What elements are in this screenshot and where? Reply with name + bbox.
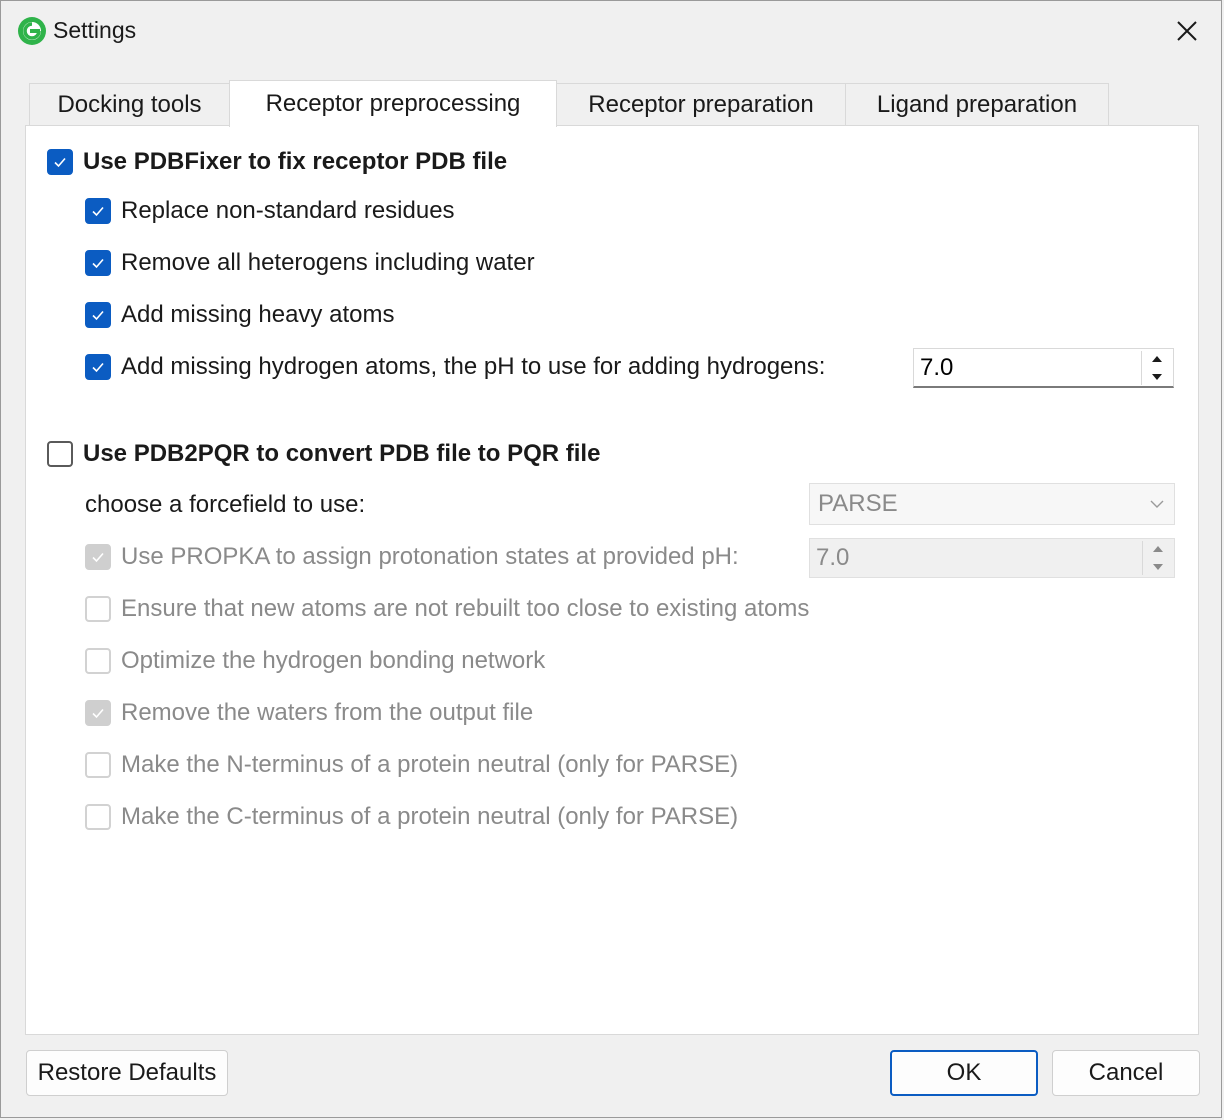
checkmark-icon bbox=[92, 708, 104, 719]
propka-row: Use PROPKA to assign protonation states … bbox=[85, 539, 739, 575]
c-terminus-checkbox bbox=[85, 804, 111, 830]
checkmark-icon bbox=[54, 157, 66, 168]
add-heavy-atoms-checkbox[interactable] bbox=[85, 302, 111, 328]
spin-down-icon bbox=[1152, 564, 1163, 570]
close-button[interactable] bbox=[1167, 13, 1207, 49]
pdbfixer-label: Use PDBFixer to fix receptor PDB file bbox=[83, 148, 508, 175]
title-bar: Settings bbox=[1, 1, 1221, 63]
option-label: Ensure that new atoms are not rebuilt to… bbox=[121, 595, 810, 622]
option-label: Add missing hydrogen atoms, the pH to us… bbox=[121, 353, 826, 380]
spin-up-icon bbox=[1151, 355, 1162, 362]
spin-down-button[interactable] bbox=[1142, 369, 1171, 385]
spin-arrows bbox=[1141, 350, 1171, 385]
rebuild-atoms-checkbox bbox=[85, 596, 111, 622]
close-icon bbox=[1177, 21, 1197, 41]
option-remove-heterogens-row[interactable]: Remove all heterogens including water bbox=[85, 245, 535, 281]
option-add-hydrogens-row[interactable]: Add missing hydrogen atoms, the pH to us… bbox=[85, 349, 825, 385]
tab-receptor-preparation[interactable]: Receptor preparation bbox=[556, 83, 846, 125]
app-logo-icon bbox=[18, 17, 46, 45]
option-label: Remove all heterogens including water bbox=[121, 249, 535, 276]
pdbfixer-checkbox-row[interactable]: Use PDBFixer to fix receptor PDB file bbox=[47, 144, 507, 180]
option-replace-nonstandard-row[interactable]: Replace non-standard residues bbox=[85, 193, 455, 229]
option-label: Make the C-terminus of a protein neutral… bbox=[121, 803, 739, 830]
option-remove-waters-row: Remove the waters from the output file bbox=[85, 695, 533, 731]
spin-arrows bbox=[1142, 541, 1172, 575]
tab-label: Ligand preparation bbox=[876, 90, 1078, 118]
add-hydrogens-checkbox[interactable] bbox=[85, 354, 111, 380]
propka-ph-spinbox: 7.0 bbox=[809, 538, 1175, 578]
ph-spinbox[interactable]: 7.0 bbox=[913, 348, 1174, 388]
tab-ligand-preparation[interactable]: Ligand preparation bbox=[845, 83, 1109, 125]
option-label: Remove the waters from the output file bbox=[121, 699, 534, 726]
settings-dialog: Settings Docking tools Receptor preproce… bbox=[0, 0, 1222, 1118]
option-label: Use PROPKA to assign protonation states … bbox=[121, 543, 739, 570]
remove-waters-checkbox bbox=[85, 700, 111, 726]
tab-label: Receptor preprocessing bbox=[265, 90, 521, 117]
checkmark-icon bbox=[92, 552, 104, 563]
forcefield-label: choose a forcefield to use: bbox=[85, 491, 366, 518]
option-rebuild-atoms-row: Ensure that new atoms are not rebuilt to… bbox=[85, 591, 809, 627]
checkmark-icon bbox=[92, 258, 104, 269]
forcefield-select[interactable]: PARSE bbox=[809, 483, 1175, 525]
checkmark-icon bbox=[92, 362, 104, 373]
option-label: Add missing heavy atoms bbox=[121, 301, 395, 328]
spin-down-button bbox=[1143, 559, 1172, 575]
checkmark-icon bbox=[92, 206, 104, 217]
cancel-button[interactable]: Cancel bbox=[1052, 1050, 1200, 1096]
ok-button[interactable]: OK bbox=[890, 1050, 1038, 1096]
chevron-down-icon bbox=[1150, 500, 1164, 508]
option-label: Replace non-standard residues bbox=[121, 197, 455, 224]
tab-label: Docking tools bbox=[57, 90, 202, 118]
checkmark-icon bbox=[92, 310, 104, 321]
tab-docking-tools[interactable]: Docking tools bbox=[29, 83, 230, 125]
spin-down-icon bbox=[1151, 373, 1162, 380]
tab-receptor-preprocessing[interactable]: Receptor preprocessing bbox=[229, 80, 557, 127]
tab-label: Receptor preparation bbox=[588, 90, 814, 118]
restore-defaults-button[interactable]: Restore Defaults bbox=[26, 1050, 228, 1096]
spin-up-button bbox=[1143, 541, 1172, 557]
forcefield-dropdown-arrow bbox=[1140, 500, 1174, 508]
option-c-terminus-row: Make the C-terminus of a protein neutral… bbox=[85, 799, 738, 835]
pdb2pqr-label: Use PDB2PQR to convert PDB file to PQR f… bbox=[83, 440, 601, 467]
n-terminus-checkbox bbox=[85, 752, 111, 778]
replace-nonstandard-checkbox[interactable] bbox=[85, 198, 111, 224]
hbond-checkbox bbox=[85, 648, 111, 674]
propka-checkbox bbox=[85, 544, 111, 570]
forcefield-value: PARSE bbox=[818, 490, 898, 517]
pdb2pqr-checkbox-row[interactable]: Use PDB2PQR to convert PDB file to PQR f… bbox=[47, 436, 600, 472]
ph-value[interactable]: 7.0 bbox=[914, 354, 1141, 382]
option-n-terminus-row: Make the N-terminus of a protein neutral… bbox=[85, 747, 738, 783]
remove-heterogens-checkbox[interactable] bbox=[85, 250, 111, 276]
option-label: Optimize the hydrogen bonding network bbox=[121, 647, 546, 674]
option-add-heavy-atoms-row[interactable]: Add missing heavy atoms bbox=[85, 297, 394, 333]
spin-up-icon bbox=[1152, 546, 1163, 552]
option-label: Make the N-terminus of a protein neutral… bbox=[121, 751, 739, 778]
pdb2pqr-checkbox[interactable] bbox=[47, 441, 73, 467]
pdbfixer-checkbox[interactable] bbox=[47, 149, 73, 175]
spin-up-button[interactable] bbox=[1142, 351, 1171, 367]
window-title: Settings bbox=[53, 17, 137, 43]
option-hbond-row: Optimize the hydrogen bonding network bbox=[85, 643, 545, 679]
propka-ph-value: 7.0 bbox=[816, 544, 850, 571]
